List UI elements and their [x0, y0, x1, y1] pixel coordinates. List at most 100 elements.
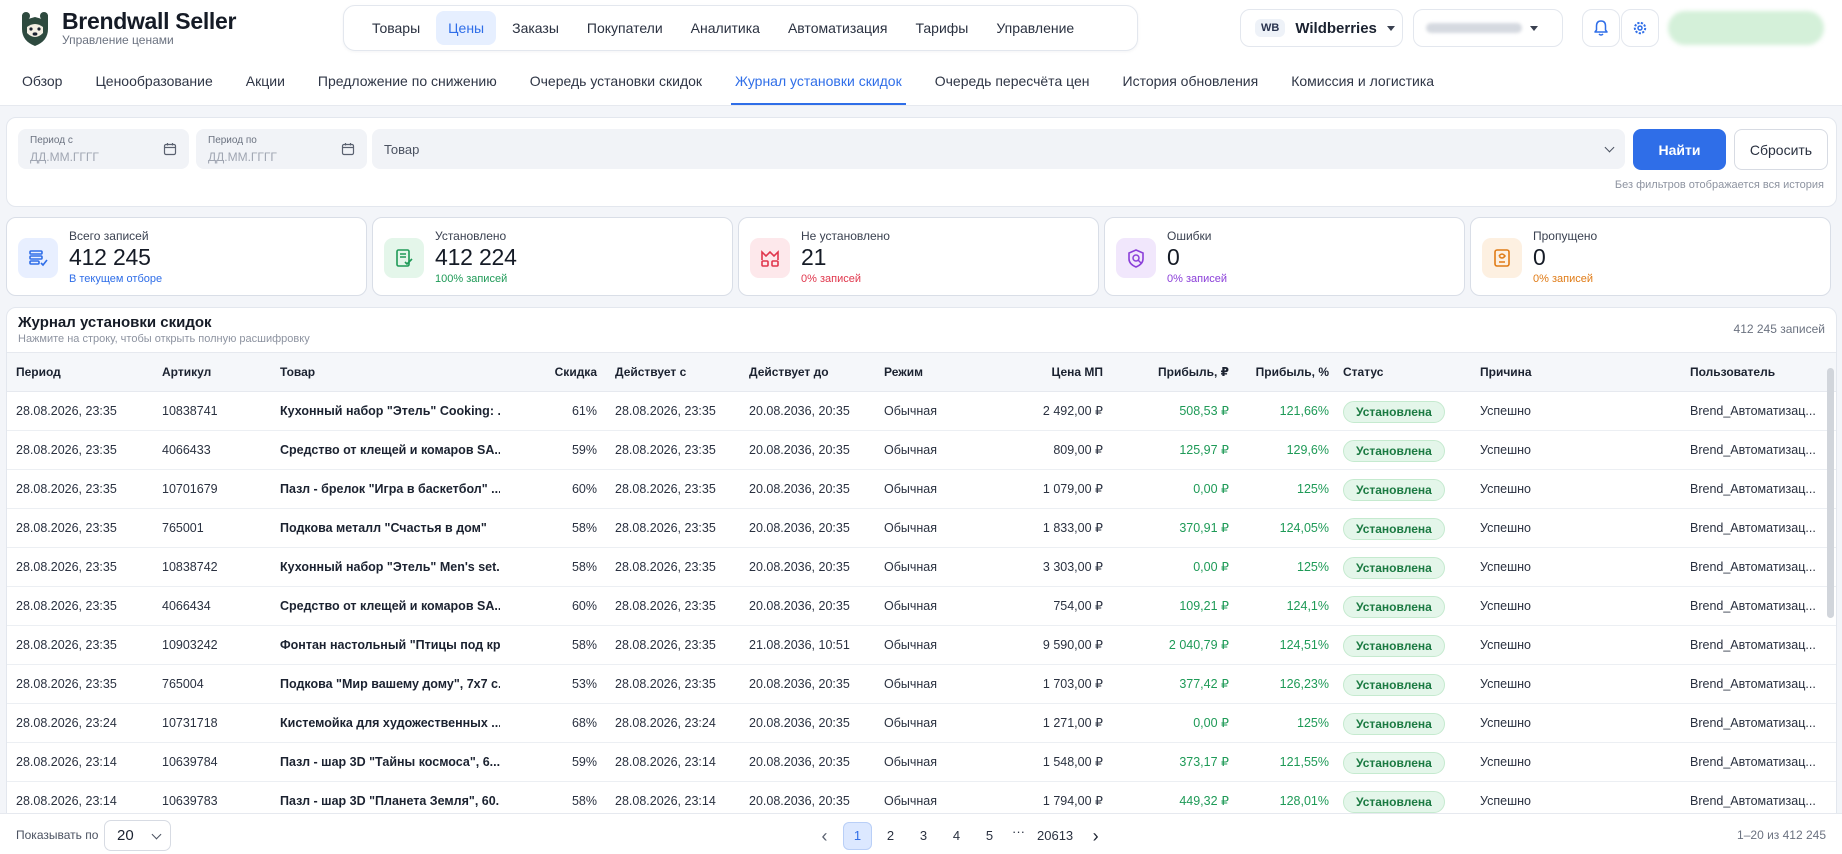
cell-user: Brend_Автоматизац... — [1690, 404, 1816, 418]
marketplace-select[interactable]: WB Wildberries — [1240, 9, 1403, 47]
page-button[interactable]: 4 — [942, 822, 971, 850]
logo[interactable]: Brendwall Seller Управление ценами — [18, 9, 236, 47]
nav-item-0[interactable]: Товары — [360, 11, 432, 45]
stat-icon-wrap — [1116, 238, 1156, 278]
column-header-discount[interactable]: Скидка — [537, 353, 597, 391]
cell-user: Brend_Автоматизац... — [1690, 755, 1816, 769]
cell-profit-rub: 109,21 ₽ — [1179, 599, 1229, 613]
user-menu-blurred[interactable] — [1668, 11, 1824, 45]
table-row[interactable]: 28.08.2026, 23:35 10903242 Фонтан настольн… — [7, 626, 1836, 665]
table-row[interactable]: 28.08.2026, 23:35 4066434 Средство от клещ… — [7, 587, 1836, 626]
cell-profit-pct: 121,55% — [1279, 755, 1329, 769]
cell-sku: 10639784 — [162, 755, 218, 769]
cell-discount: 53% — [571, 677, 597, 691]
column-header-mp-price[interactable]: Цена МП — [1007, 353, 1103, 391]
cell-period: 28.08.2026, 23:24 — [16, 716, 117, 730]
table-row[interactable]: 28.08.2026, 23:35 10838741 Кухонный набор … — [7, 392, 1836, 431]
table-row[interactable]: 28.08.2026, 23:35 4066433 Средство от клещ… — [7, 431, 1836, 470]
tab-2[interactable]: Акции — [234, 56, 297, 105]
table-row[interactable]: 28.08.2026, 23:24 10731718 Кистемойка для … — [7, 704, 1836, 743]
page-button[interactable]: 20613 — [1033, 822, 1077, 850]
cell-discount: 68% — [571, 716, 597, 730]
cell-reason: Успешно — [1480, 716, 1531, 730]
find-button[interactable]: Найти — [1633, 129, 1726, 170]
prev-page-button[interactable]: ‹ — [810, 822, 839, 850]
tab-1[interactable]: Ценообразование — [83, 56, 224, 105]
next-page-button[interactable]: › — [1081, 822, 1110, 850]
reset-button[interactable]: Сбросить — [1734, 129, 1828, 170]
page-button[interactable]: 5 — [975, 822, 1004, 850]
column-header-user[interactable]: Пользователь — [1690, 353, 1820, 391]
tab-4[interactable]: Очередь установки скидок — [518, 56, 714, 105]
page-button[interactable]: 1 — [843, 822, 872, 850]
cell-product: Средство от клещей и комаров SA... — [280, 443, 500, 457]
column-header-product[interactable]: Товар — [280, 353, 500, 391]
date-from-field[interactable]: Период с ДД.ММ.ГГГГ — [18, 129, 189, 169]
calendar-icon[interactable] — [163, 142, 177, 156]
column-header-valid-to[interactable]: Действует до — [749, 353, 869, 391]
tab-3[interactable]: Предложение по снижению — [306, 56, 509, 105]
page-button[interactable]: 3 — [909, 822, 938, 850]
tab-6[interactable]: Очередь пересчёта цен — [923, 56, 1102, 105]
cell-profit-rub: 508,53 ₽ — [1179, 404, 1229, 418]
cell-reason: Успешно — [1480, 521, 1531, 535]
tab-5[interactable]: Журнал установки скидок — [723, 56, 914, 105]
column-header-valid-from[interactable]: Действует с — [615, 353, 735, 391]
product-placeholder: Товар — [384, 141, 420, 157]
tab-0[interactable]: Обзор — [10, 56, 74, 105]
cell-discount: 59% — [571, 443, 597, 457]
status-badge: Установлена — [1343, 401, 1445, 423]
nav-item-4[interactable]: Аналитика — [679, 11, 772, 45]
calendar-icon[interactable] — [341, 142, 355, 156]
column-header-status[interactable]: Статус — [1343, 353, 1463, 391]
table-subtitle: Нажмите на строку, чтобы открыть полную … — [18, 333, 310, 345]
table-row[interactable]: 28.08.2026, 23:35 10838742 Кухонный набор … — [7, 548, 1836, 587]
cell-valid-from: 28.08.2026, 23:35 — [615, 560, 716, 574]
tab-7[interactable]: История обновления — [1111, 56, 1271, 105]
nav-item-5[interactable]: Автоматизация — [776, 11, 899, 45]
date-to-field[interactable]: Период по ДД.ММ.ГГГГ — [196, 129, 367, 169]
column-header-period[interactable]: Период — [16, 353, 136, 391]
stat-label: Не установлено — [801, 229, 890, 243]
cell-valid-from: 28.08.2026, 23:24 — [615, 716, 716, 730]
cell-product: Кухонный набор "Этель" Men's set... — [280, 560, 500, 574]
per-page-label: Показывать по — [16, 828, 99, 842]
column-header-reason[interactable]: Причина — [1480, 353, 1600, 391]
cell-valid-from: 28.08.2026, 23:35 — [615, 404, 716, 418]
cell-sku: 10838741 — [162, 404, 218, 418]
column-header-mode[interactable]: Режим — [884, 353, 964, 391]
column-header-profit-rub[interactable]: Прибыль, ₽ — [1117, 353, 1229, 391]
column-header-sku[interactable]: Артикул — [162, 353, 272, 391]
cell-profit-rub: 377,42 ₽ — [1179, 677, 1229, 691]
table-row[interactable]: 28.08.2026, 23:35 765004 Подкова "Мир ваше… — [7, 665, 1836, 704]
nav-item-3[interactable]: Покупатели — [575, 11, 675, 45]
status-badge: Установлена — [1343, 635, 1445, 657]
page-button[interactable]: 2 — [876, 822, 905, 850]
table-row[interactable]: 28.08.2026, 23:35 765001 Подкова металл "С… — [7, 509, 1836, 548]
nav-item-1[interactable]: Цены — [436, 11, 497, 45]
cell-valid-from: 28.08.2026, 23:14 — [615, 755, 716, 769]
account-name-blurred — [1426, 23, 1522, 33]
marketplace-badge: WB — [1255, 19, 1286, 37]
stat-value: 412 245 — [69, 244, 151, 270]
per-page-select[interactable]: 20 — [104, 820, 171, 851]
stat-icon-wrap — [18, 238, 58, 278]
table-body: 28.08.2026, 23:35 10838741 Кухонный набор … — [7, 392, 1836, 821]
table-row[interactable]: 28.08.2026, 23:14 10639784 Пазл - шар 3D "… — [7, 743, 1836, 782]
notifications-button[interactable] — [1582, 9, 1620, 47]
column-header-profit-pct[interactable]: Прибыль, % — [1239, 353, 1329, 391]
brand-subtitle: Управление ценами — [62, 33, 174, 47]
nav-item-6[interactable]: Тарифы — [903, 11, 980, 45]
account-select[interactable] — [1413, 9, 1563, 47]
nav-item-7[interactable]: Управление — [984, 11, 1086, 45]
gear-icon — [1633, 21, 1647, 35]
table-scrollbar[interactable] — [1827, 368, 1834, 618]
table-row[interactable]: 28.08.2026, 23:35 10701679 Пазл - брелок "… — [7, 470, 1836, 509]
nav-item-2[interactable]: Заказы — [500, 11, 571, 45]
cell-mp-price: 3 303,00 ₽ — [1042, 560, 1103, 574]
brand-title: Brendwall Seller — [62, 8, 237, 34]
tab-8[interactable]: Комиссия и логистика — [1279, 56, 1446, 105]
stat-card-installed: Установлено 412 224 100% записей — [372, 217, 733, 296]
product-select[interactable]: Товар — [372, 129, 1625, 169]
settings-button[interactable] — [1621, 9, 1659, 47]
